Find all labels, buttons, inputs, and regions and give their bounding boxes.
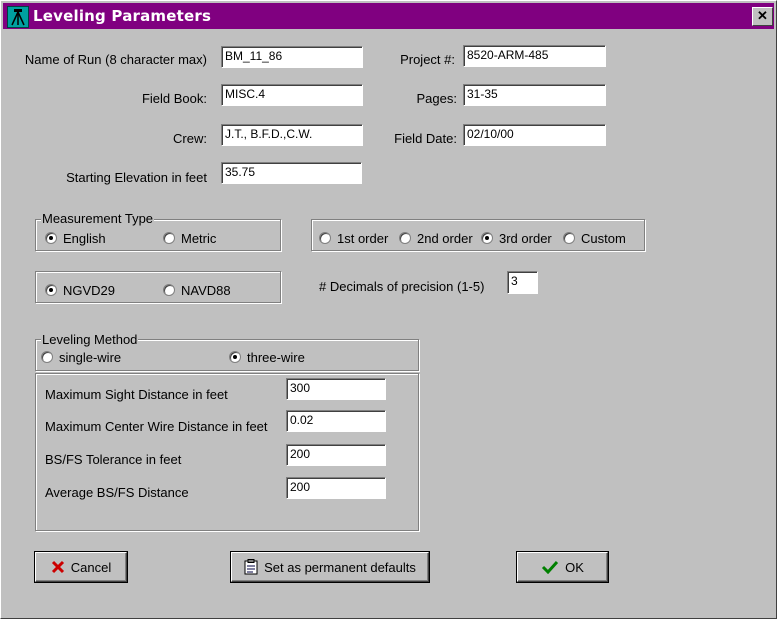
window-title: Leveling Parameters bbox=[33, 7, 212, 25]
radio-single-wire-dot bbox=[41, 351, 53, 363]
max-sight-distance-input[interactable]: 300 bbox=[286, 378, 386, 400]
survey-tripod-icon bbox=[7, 6, 29, 28]
run-name-input[interactable]: BM_11_86 bbox=[221, 46, 363, 68]
starting-elevation-input[interactable]: 35.75 bbox=[221, 162, 362, 184]
project-label: Project #: bbox=[400, 52, 455, 67]
radio-3rd-order-dot bbox=[481, 232, 493, 244]
precision-label: # Decimals of precision (1-5) bbox=[319, 279, 485, 294]
ok-button[interactable]: OK bbox=[517, 552, 608, 582]
radio-metric-dot bbox=[163, 232, 175, 244]
ok-button-label: OK bbox=[565, 559, 584, 575]
radio-ngvd29-dot bbox=[45, 284, 57, 296]
crew-label: Crew: bbox=[173, 131, 207, 146]
leveling-method-title: Leveling Method bbox=[41, 332, 139, 347]
max-center-wire-input[interactable]: 0.02 bbox=[286, 410, 386, 432]
bsfs-tolerance-input[interactable]: 200 bbox=[286, 444, 386, 466]
radio-2nd-order[interactable]: 2nd order bbox=[399, 231, 473, 247]
field-book-input[interactable]: MISC.4 bbox=[221, 84, 363, 106]
radio-1st-order[interactable]: 1st order bbox=[319, 231, 388, 247]
radio-three-wire-dot bbox=[229, 351, 241, 363]
radio-ngvd29-label: NGVD29 bbox=[63, 283, 116, 298]
pages-label: Pages: bbox=[416, 91, 457, 106]
radio-english-label: English bbox=[63, 231, 106, 246]
radio-metric-label: Metric bbox=[181, 231, 217, 246]
radio-custom-label: Custom bbox=[581, 231, 626, 246]
radio-3rd-order[interactable]: 3rd order bbox=[481, 231, 552, 247]
measurement-type-title: Measurement Type bbox=[41, 211, 155, 226]
radio-1st-order-label: 1st order bbox=[337, 231, 389, 246]
avg-bsfs-distance-label: Average BS/FS Distance bbox=[45, 485, 189, 500]
cancel-button-label: Cancel bbox=[70, 559, 112, 575]
radio-ngvd29[interactable]: NGVD29 bbox=[45, 283, 115, 299]
run-name-label: Name of Run (8 character max) bbox=[24, 52, 207, 67]
cancel-x-icon bbox=[51, 560, 64, 574]
radio-metric[interactable]: Metric bbox=[163, 231, 216, 247]
radio-navd88-label: NAVD88 bbox=[181, 283, 231, 298]
bsfs-tolerance-label: BS/FS Tolerance in feet bbox=[45, 452, 182, 467]
radio-three-wire-label: three-wire bbox=[247, 350, 305, 365]
precision-input[interactable]: 3 bbox=[507, 271, 538, 294]
radio-2nd-order-dot bbox=[399, 232, 411, 244]
radio-custom-dot bbox=[563, 232, 575, 244]
field-date-label: Field Date: bbox=[394, 131, 457, 146]
starting-elevation-label: Starting Elevation in feet bbox=[66, 170, 207, 185]
radio-navd88[interactable]: NAVD88 bbox=[163, 283, 231, 299]
radio-single-wire[interactable]: single-wire bbox=[41, 350, 121, 366]
crew-input[interactable]: J.T., B.F.D.,C.W. bbox=[221, 124, 363, 146]
set-defaults-button-label: Set as permanent defaults bbox=[264, 559, 416, 575]
field-book-label: Field Book: bbox=[141, 91, 207, 106]
project-input[interactable]: 8520-ARM-485 bbox=[463, 45, 606, 67]
leveling-parameters-dialog: Leveling Parameters ✕ Name of Run (8 cha… bbox=[0, 0, 777, 619]
radio-english[interactable]: English bbox=[45, 231, 106, 247]
radio-navd88-dot bbox=[163, 284, 175, 296]
radio-single-wire-label: single-wire bbox=[59, 350, 122, 365]
avg-bsfs-distance-input[interactable]: 200 bbox=[286, 477, 386, 499]
radio-2nd-order-label: 2nd order bbox=[417, 231, 473, 246]
radio-3rd-order-label: 3rd order bbox=[499, 231, 552, 246]
radio-three-wire[interactable]: three-wire bbox=[229, 350, 305, 366]
title-bar[interactable]: Leveling Parameters ✕ bbox=[3, 3, 774, 29]
max-center-wire-label: Maximum Center Wire Distance in feet bbox=[45, 419, 268, 434]
clipboard-icon bbox=[244, 559, 258, 575]
radio-1st-order-dot bbox=[319, 232, 331, 244]
checkmark-icon bbox=[542, 560, 559, 574]
set-defaults-button[interactable]: Set as permanent defaults bbox=[231, 552, 429, 582]
radio-english-dot bbox=[45, 232, 57, 244]
cancel-button[interactable]: Cancel bbox=[35, 552, 127, 582]
radio-custom[interactable]: Custom bbox=[563, 231, 626, 247]
max-sight-distance-label: Maximum Sight Distance in feet bbox=[45, 387, 228, 402]
close-button[interactable]: ✕ bbox=[752, 7, 773, 26]
pages-input[interactable]: 31-35 bbox=[463, 84, 606, 106]
field-date-input[interactable]: 02/10/00 bbox=[463, 124, 606, 146]
